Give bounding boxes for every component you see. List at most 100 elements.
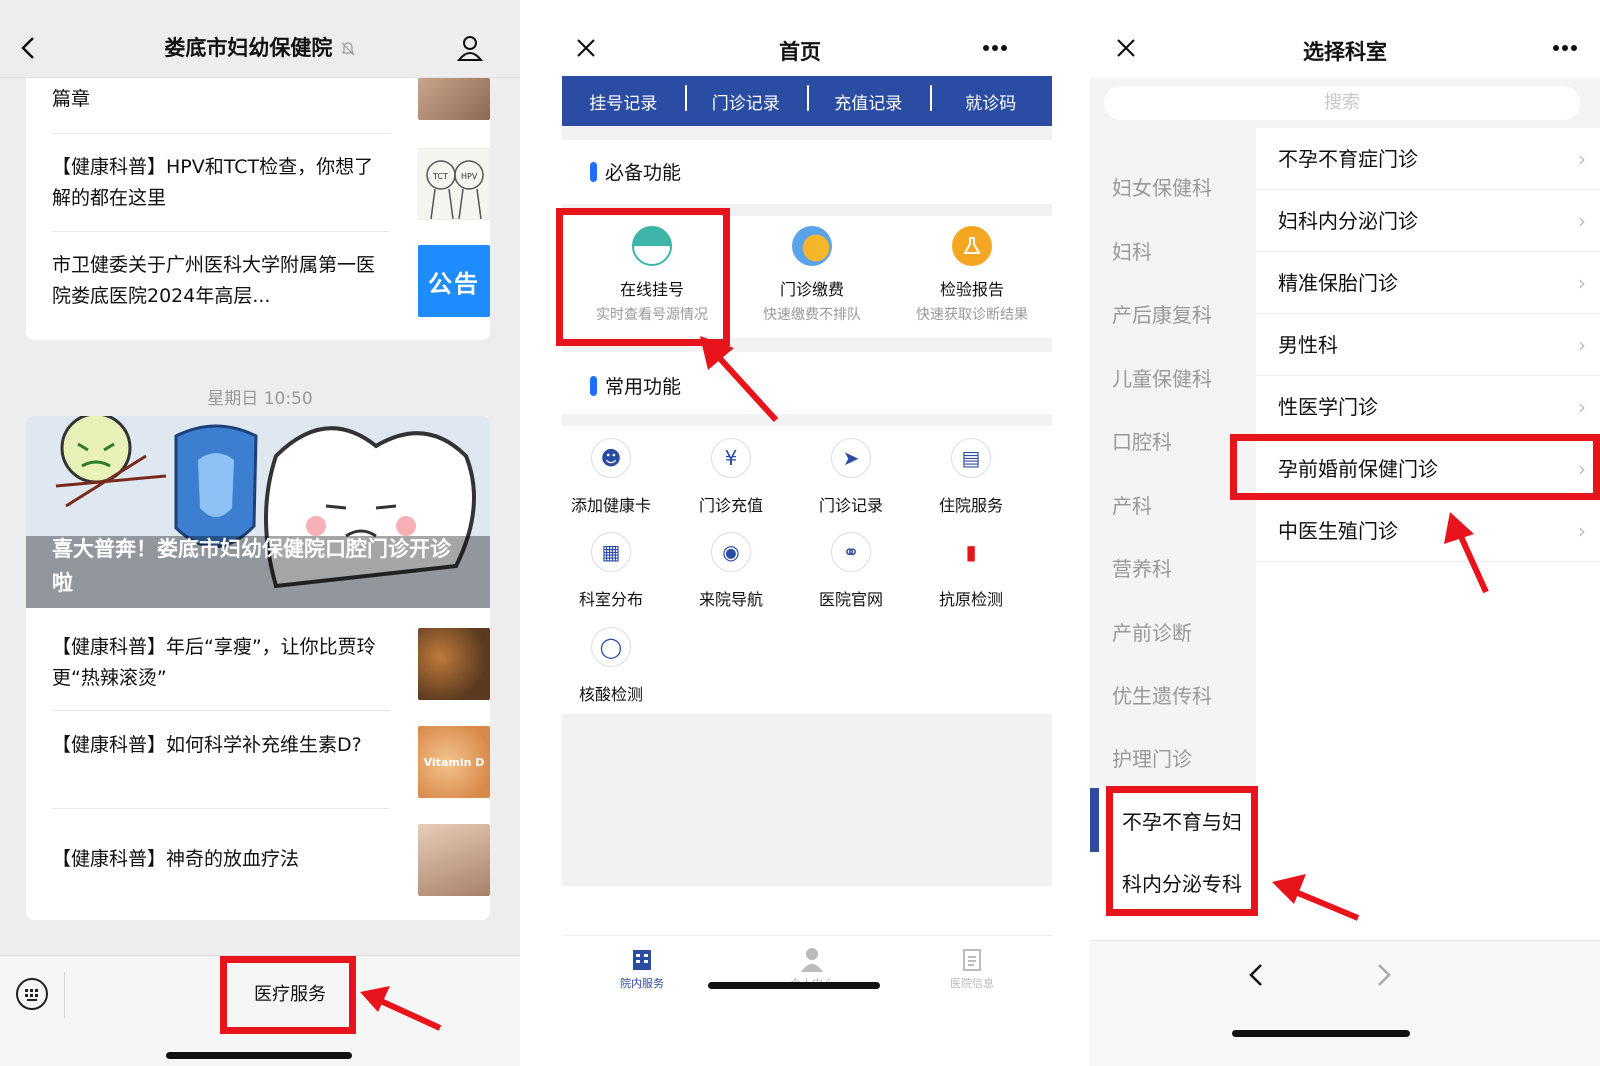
tct-label: TCT	[432, 172, 448, 181]
common-label: 门诊充值	[698, 496, 763, 515]
chevron-right-icon: ›	[1578, 395, 1586, 419]
search-bar: 搜索	[1090, 78, 1600, 128]
sidebar-item-department[interactable]: 护理门诊	[1112, 743, 1192, 772]
article-title-partial[interactable]: 篇章	[52, 84, 390, 115]
chevron-right-icon: ›	[1578, 271, 1586, 295]
article-title[interactable]: 【健康科普】年后“享瘦”，让你比贾玲更“热辣滚烫”	[52, 632, 390, 694]
section-title-essential: 必备功能	[590, 158, 681, 185]
page-title: 选择科室	[1303, 40, 1387, 64]
sidebar-item-department[interactable]: 营养科	[1112, 553, 1172, 582]
red-arrow-icon	[1272, 874, 1360, 921]
common-label: 住院服务	[938, 496, 1003, 515]
outpatient-recharge-button[interactable]: ¥ 门诊充值	[670, 438, 792, 516]
outpatient-record-button[interactable]: ➤ 门诊记录	[790, 438, 912, 516]
more-icon[interactable]	[1552, 44, 1578, 52]
clinic-row[interactable]: 妇科内分泌门诊 ›	[1256, 190, 1600, 252]
sidebar-item-department[interactable]: 产前诊断	[1112, 617, 1192, 646]
tab-visit-code[interactable]: 就诊码	[929, 84, 1053, 114]
clipboard-icon	[963, 949, 981, 971]
sidebar-item-department[interactable]: 妇科	[1112, 236, 1152, 265]
clinic-label: 精准保胎门诊	[1278, 271, 1398, 295]
clinic-label: 不孕不育症门诊	[1278, 147, 1418, 171]
antigen-test-button[interactable]: ▮ 抗原检测	[910, 532, 1032, 610]
person-icon	[801, 948, 823, 972]
sidebar-item-department[interactable]: 产科	[1112, 490, 1152, 519]
lab-report-button[interactable]: 检验报告 快速获取诊断结果	[890, 226, 1054, 324]
divider	[52, 231, 390, 232]
back-arrow-icon[interactable]	[1248, 963, 1264, 987]
section-title-common: 常用功能	[590, 372, 681, 399]
globe-icon: ⚭	[831, 532, 871, 572]
wechat-chat-screen: 娄底市妇幼保健院 篇章 【健康科普】HPV和TCT检查，你想了解的都在这里 TC…	[0, 0, 520, 1066]
browser-bottom-bar	[1090, 940, 1600, 1066]
search-input[interactable]: 搜索	[1104, 86, 1580, 120]
clinic-row[interactable]: 不孕不育症门诊 ›	[1256, 128, 1600, 190]
tab-recharge-records[interactable]: 充值记录	[807, 84, 930, 114]
hpv-label: HPV	[461, 172, 478, 181]
article-title[interactable]: 市卫健委关于广州医科大学附属第一医院娄底医院2024年高层...	[52, 250, 390, 312]
bottom-tab-bar: 院内服务 个人中心 医院信息	[562, 935, 1052, 1066]
footer-tab-label: 院内服务	[620, 977, 664, 990]
article-title[interactable]: 【健康科普】如何科学补充维生素D?	[52, 730, 390, 761]
article-title[interactable]: 【健康科普】神奇的放血疗法	[52, 844, 390, 875]
essential-label: 检验报告	[939, 280, 1004, 299]
inpatient-service-button[interactable]: ▤ 住院服务	[910, 438, 1032, 516]
keyboard-icon[interactable]	[16, 978, 48, 1010]
banner-title: 喜大普奔！娄底市妇幼保健院口腔门诊开诊啦	[52, 537, 451, 595]
user-icon: ☻	[591, 438, 631, 478]
chat-title: 娄底市妇幼保健院	[0, 32, 520, 62]
yen-icon: ¥	[711, 438, 751, 478]
highlight-box	[556, 208, 730, 346]
more-icon[interactable]	[982, 44, 1008, 52]
common-label: 核酸检测	[578, 685, 643, 704]
common-label: 医院官网	[818, 590, 883, 609]
article-card-bottom: 喜大普奔！娄底市妇幼保健院口腔门诊开诊啦 【健康科普】年后“享瘦”，让你比贾玲更…	[26, 416, 490, 920]
clinic-row[interactable]: 中医生殖门诊 ›	[1256, 500, 1600, 562]
select-department-screen: 选择科室 搜索 妇女保健科 妇科 产后康复科 儿童保健科 口腔科 产科 营养科 …	[1090, 0, 1600, 1066]
spacer	[562, 414, 1052, 426]
sidebar-item-department[interactable]: 妇女保健科	[1112, 172, 1212, 201]
sidebar-item-department[interactable]: 产后康复科	[1112, 299, 1212, 328]
hospital-home-screen: 首页 挂号记录 门诊记录 充值记录 就诊码 必备功能 在线挂号 实时查看号源情况…	[540, 0, 1060, 1066]
footer-tab-hospital-info[interactable]: 医院信息	[922, 946, 1022, 991]
profile-icon[interactable]	[456, 34, 484, 62]
common-label: 抗原检测	[938, 590, 1003, 609]
chevron-right-icon: ›	[1578, 333, 1586, 357]
clinic-row[interactable]: 精准保胎门诊 ›	[1256, 252, 1600, 314]
essential-sublabel: 快速获取诊断结果	[916, 307, 1028, 323]
nucleic-acid-test-button[interactable]: ◯ 核酸检测	[550, 627, 672, 705]
add-health-card-button[interactable]: ☻ 添加健康卡	[550, 438, 672, 516]
clinic-row[interactable]: 男性科 ›	[1256, 314, 1600, 376]
forward-arrow-icon[interactable]	[1376, 963, 1392, 987]
clinic-row[interactable]: 性医学门诊 ›	[1256, 376, 1600, 438]
chevron-right-icon: ›	[1578, 209, 1586, 233]
tab-registration-records[interactable]: 挂号记录	[562, 89, 685, 114]
article-card-top: 篇章 【健康科普】HPV和TCT检查，你想了解的都在这里 TCT HPV 市卫健委…	[26, 40, 490, 340]
article-thumbnail-tct-hpv: TCT HPV	[418, 148, 490, 220]
common-label: 添加健康卡	[570, 496, 651, 515]
banner-image[interactable]: 喜大普奔！娄底市妇幼保健院口腔门诊开诊啦	[26, 416, 490, 608]
highlight-box	[220, 956, 356, 1034]
sidebar-item-department[interactable]: 口腔科	[1112, 426, 1172, 455]
clinic-label: 中医生殖门诊	[1278, 519, 1398, 543]
outpatient-payment-button[interactable]: 门诊缴费 快速缴费不排队	[730, 226, 894, 324]
coin-icon	[792, 226, 832, 266]
record-tab-bar: 挂号记录 门诊记录 充值记录 就诊码	[562, 76, 1052, 126]
sidebar-item-department[interactable]: 优生遗传科	[1112, 680, 1212, 709]
common-label: 科室分布	[578, 590, 643, 609]
article-title[interactable]: 【健康科普】HPV和TCT检查，你想了解的都在这里	[52, 152, 390, 214]
compass-icon: ➤	[831, 438, 871, 478]
footer-tab-in-hospital[interactable]: 院内服务	[592, 946, 692, 991]
hospital-website-button[interactable]: ⚭ 医院官网	[790, 532, 912, 610]
flask-icon	[952, 226, 992, 266]
sidebar-item-department[interactable]: 儿童保健科	[1112, 363, 1212, 392]
selection-indicator	[1090, 788, 1099, 852]
department-distribution-button[interactable]: ▦ 科室分布	[550, 532, 672, 610]
chevron-right-icon: ›	[1578, 147, 1586, 171]
clinic-label: 妇科内分泌门诊	[1278, 209, 1418, 233]
tab-outpatient-records[interactable]: 门诊记录	[684, 84, 808, 114]
common-label: 门诊记录	[818, 496, 883, 515]
test-strip-icon: ▮	[965, 540, 977, 564]
map-pin-icon: ◉	[711, 532, 751, 572]
hospital-navigation-button[interactable]: ◉ 来院导航	[670, 532, 792, 610]
